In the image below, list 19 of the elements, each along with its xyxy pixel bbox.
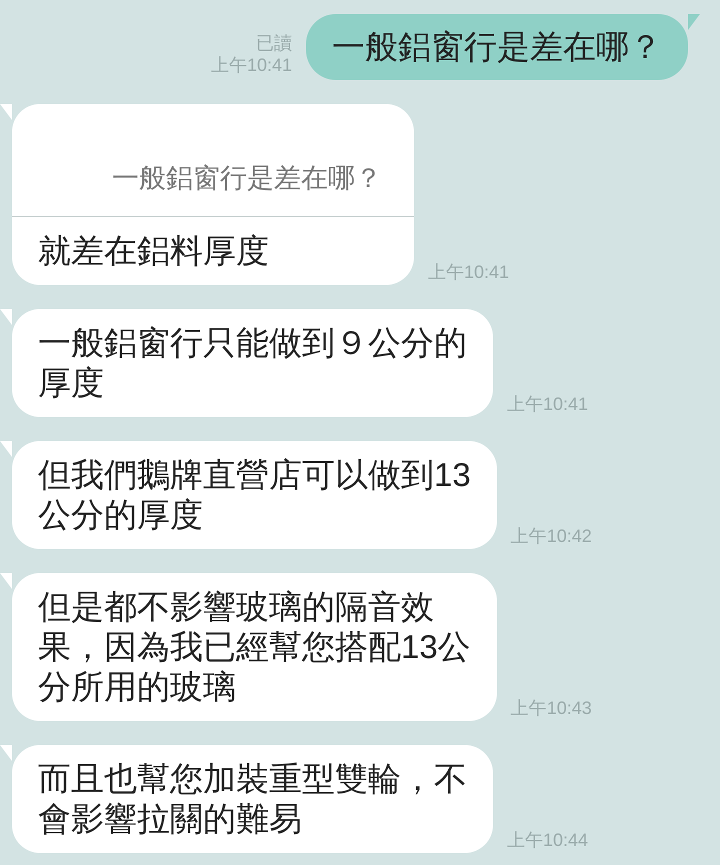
- bubble-tail: [0, 745, 12, 761]
- bubble-tail: [0, 573, 12, 589]
- message-text: 而且也幫您加裝重型雙輪，不 會影響拉關的難易: [37, 759, 468, 839]
- message-text: 一般鋁窗行只能做到９公分的 厚度: [37, 323, 468, 403]
- quoted-message: 一般鋁窗行是差在哪？: [12, 104, 414, 217]
- bubble-tail: [0, 441, 12, 457]
- message-text: 但是都不影響玻璃的隔音效 果，因為我已經幫您搭配13公 分所用的玻璃: [37, 587, 472, 707]
- message-time: 上午10:44: [507, 829, 588, 852]
- bubble-tail: [0, 309, 12, 325]
- bubble-tail: [688, 14, 700, 30]
- message-text: 但我們鵝牌直營店可以做到13 公分的厚度: [37, 455, 472, 535]
- bubble-tail: [0, 104, 12, 120]
- message-text: 就差在鋁料厚度: [37, 231, 270, 271]
- read-receipt: 已讀: [256, 32, 292, 54]
- message-time: 上午10:41: [507, 393, 588, 416]
- message-time: 上午10:42: [510, 525, 592, 548]
- message-time: 上午10:41: [210, 54, 292, 76]
- message-time: 上午10:41: [428, 261, 510, 284]
- message-time: 上午10:43: [510, 697, 592, 720]
